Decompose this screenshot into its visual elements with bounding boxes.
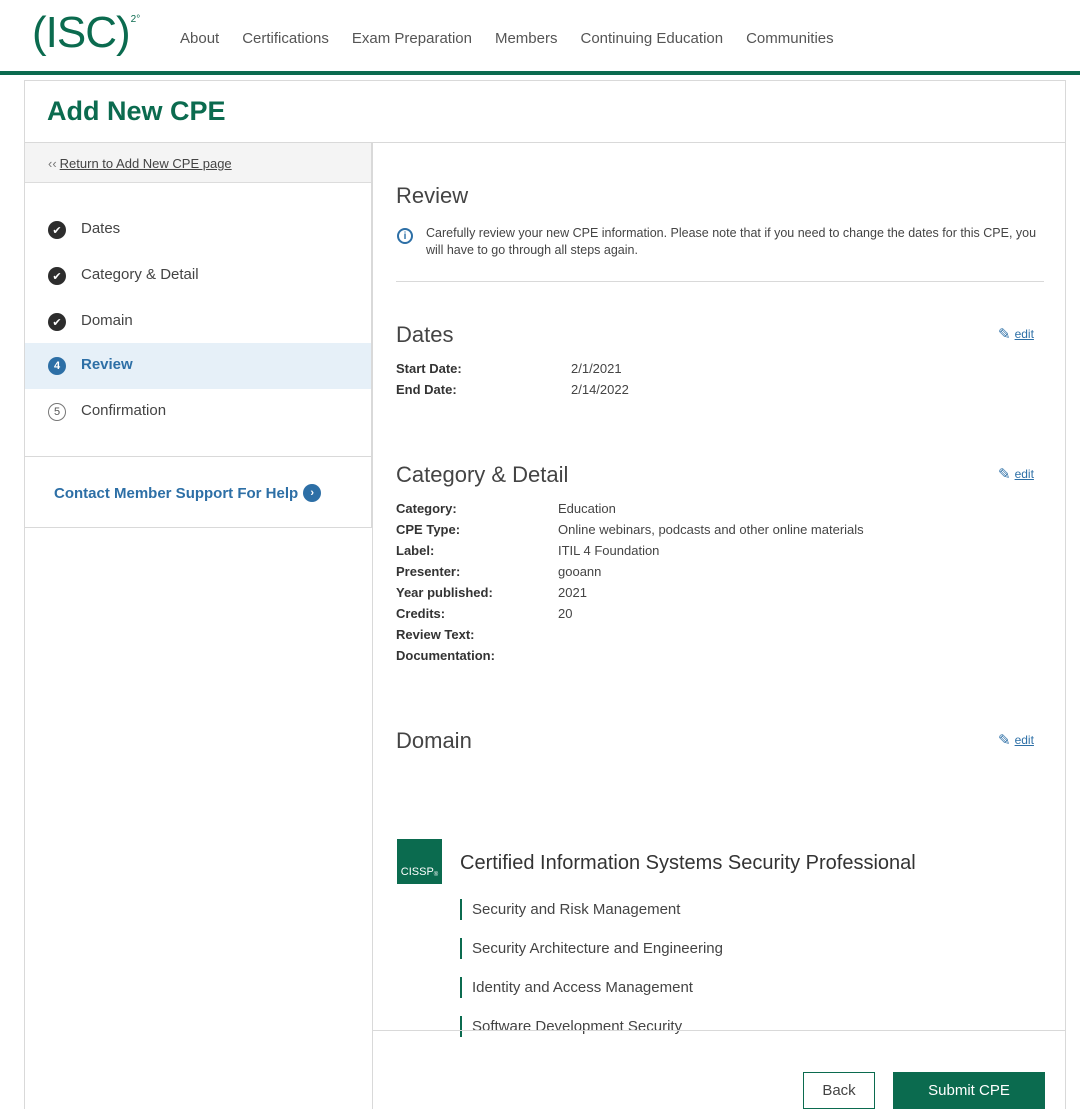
step-review[interactable]: 4 Review — [25, 343, 371, 389]
page-title-bar: Add New CPE — [25, 81, 1065, 143]
field-value: 20 — [558, 606, 573, 621]
field-key: Start Date: — [396, 361, 462, 376]
info-icon: i — [397, 228, 413, 244]
pencil-icon: ✎ — [998, 466, 1011, 483]
footer-divider — [373, 1030, 1066, 1031]
isc2-logo[interactable]: (ISC) 2° — [32, 8, 140, 58]
field-key: Documentation: — [396, 648, 495, 663]
badge-text: CISSP — [400, 866, 434, 878]
page-frame: Add New CPE ‹‹ Return to Add New CPE page… — [24, 80, 1066, 1109]
step-label: Review — [81, 356, 133, 373]
field-value: 2/14/2022 — [571, 382, 629, 397]
pencil-icon: ✎ — [998, 732, 1011, 749]
check-icon: ✔ — [48, 267, 66, 285]
page-title: Add New CPE — [47, 96, 226, 126]
domain-item: Security and Risk Management — [460, 899, 680, 920]
nav-exam-preparation[interactable]: Exam Preparation — [352, 30, 472, 48]
field-value: 2/1/2021 — [571, 361, 622, 376]
dates-title: Dates — [396, 322, 454, 347]
badge-sup: ® — [433, 872, 439, 878]
edit-label: edit — [1014, 467, 1034, 481]
logo-superscript: 2° — [130, 14, 141, 25]
support-link-label: Contact Member Support For Help — [54, 484, 299, 502]
nav-communities[interactable]: Communities — [746, 30, 834, 48]
field-key: Credits: — [396, 606, 446, 621]
chevron-right-circle-icon: › — [303, 484, 322, 502]
submit-cpe-button[interactable]: Submit CPE — [893, 1072, 1045, 1109]
cissp-badge: CISSP ® — [397, 839, 442, 884]
step-domain[interactable]: ✔ Domain — [25, 299, 371, 345]
nav-certifications[interactable]: Certifications — [242, 30, 329, 48]
review-panel: Review i Carefully review your new CPE i… — [372, 143, 1066, 1109]
step-number-icon: 5 — [48, 403, 66, 421]
main-nav: About Certifications Exam Preparation Me… — [180, 30, 857, 48]
domain-item: Security Architecture and Engineering — [460, 938, 723, 959]
divider — [396, 281, 1044, 282]
field-key: Label: — [396, 543, 435, 558]
nav-members[interactable]: Members — [495, 30, 558, 48]
step-label: Domain — [81, 312, 133, 329]
certification-title: Certified Information Systems Security P… — [460, 852, 916, 874]
return-link-label[interactable]: Return to Add New CPE page — [60, 156, 232, 171]
step-label: Dates — [81, 220, 121, 237]
step-label: Confirmation — [81, 402, 167, 419]
edit-dates-link[interactable]: ✎ edit — [998, 325, 1034, 343]
return-bar: ‹‹ Return to Add New CPE page — [25, 143, 371, 183]
sidebar-divider — [25, 456, 371, 457]
field-key: End Date: — [396, 382, 457, 397]
site-header: (ISC) 2° About Certifications Exam Prepa… — [0, 0, 1080, 71]
nav-continuing-education[interactable]: Continuing Education — [580, 30, 723, 48]
edit-label: edit — [1014, 733, 1034, 747]
field-key: Review Text: — [396, 627, 475, 642]
edit-domain-link[interactable]: ✎ edit — [998, 731, 1034, 749]
step-category-detail[interactable]: ✔ Category & Detail — [25, 253, 371, 299]
domain-item: Software Development Security — [460, 1016, 682, 1037]
steps-sidebar: ‹‹ Return to Add New CPE page ✔ Dates ✔ C… — [25, 143, 372, 528]
step-dates[interactable]: ✔ Dates — [25, 207, 371, 253]
domain-title: Domain — [396, 728, 472, 753]
header-accent-bar — [0, 71, 1080, 75]
field-key: Presenter: — [396, 564, 461, 579]
field-value: ITIL 4 Foundation — [558, 543, 660, 558]
domain-item: Identity and Access Management — [460, 977, 693, 998]
edit-label: edit — [1014, 327, 1034, 341]
field-key: Category: — [396, 501, 457, 516]
check-icon: ✔ — [48, 221, 66, 239]
pencil-icon: ✎ — [998, 326, 1011, 343]
nav-about[interactable]: About — [180, 30, 219, 48]
logo-text: (ISC) — [32, 8, 131, 57]
back-button[interactable]: Back — [803, 1072, 875, 1109]
review-info-text: Carefully review your new CPE informatio… — [426, 226, 1037, 257]
field-value: Online webinars, podcasts and other onli… — [558, 522, 864, 537]
step-label: Category & Detail — [81, 266, 199, 283]
field-value: Education — [558, 501, 616, 516]
field-key: CPE Type: — [396, 522, 461, 537]
category-title: Category & Detail — [396, 462, 569, 487]
field-value: 2021 — [558, 585, 587, 600]
field-value: gooann — [558, 564, 602, 579]
double-chevron-left-icon: ‹‹ — [48, 156, 57, 171]
step-confirmation: 5 Confirmation — [25, 389, 371, 435]
return-link[interactable]: ‹‹ Return to Add New CPE page — [48, 156, 232, 171]
edit-category-link[interactable]: ✎ edit — [998, 465, 1034, 483]
review-title: Review — [396, 183, 469, 208]
check-icon: ✔ — [48, 313, 66, 331]
contact-support-link[interactable]: Contact Member Support For Help › — [54, 484, 322, 502]
step-number-icon: 4 — [48, 357, 66, 375]
field-key: Year published: — [396, 585, 493, 600]
